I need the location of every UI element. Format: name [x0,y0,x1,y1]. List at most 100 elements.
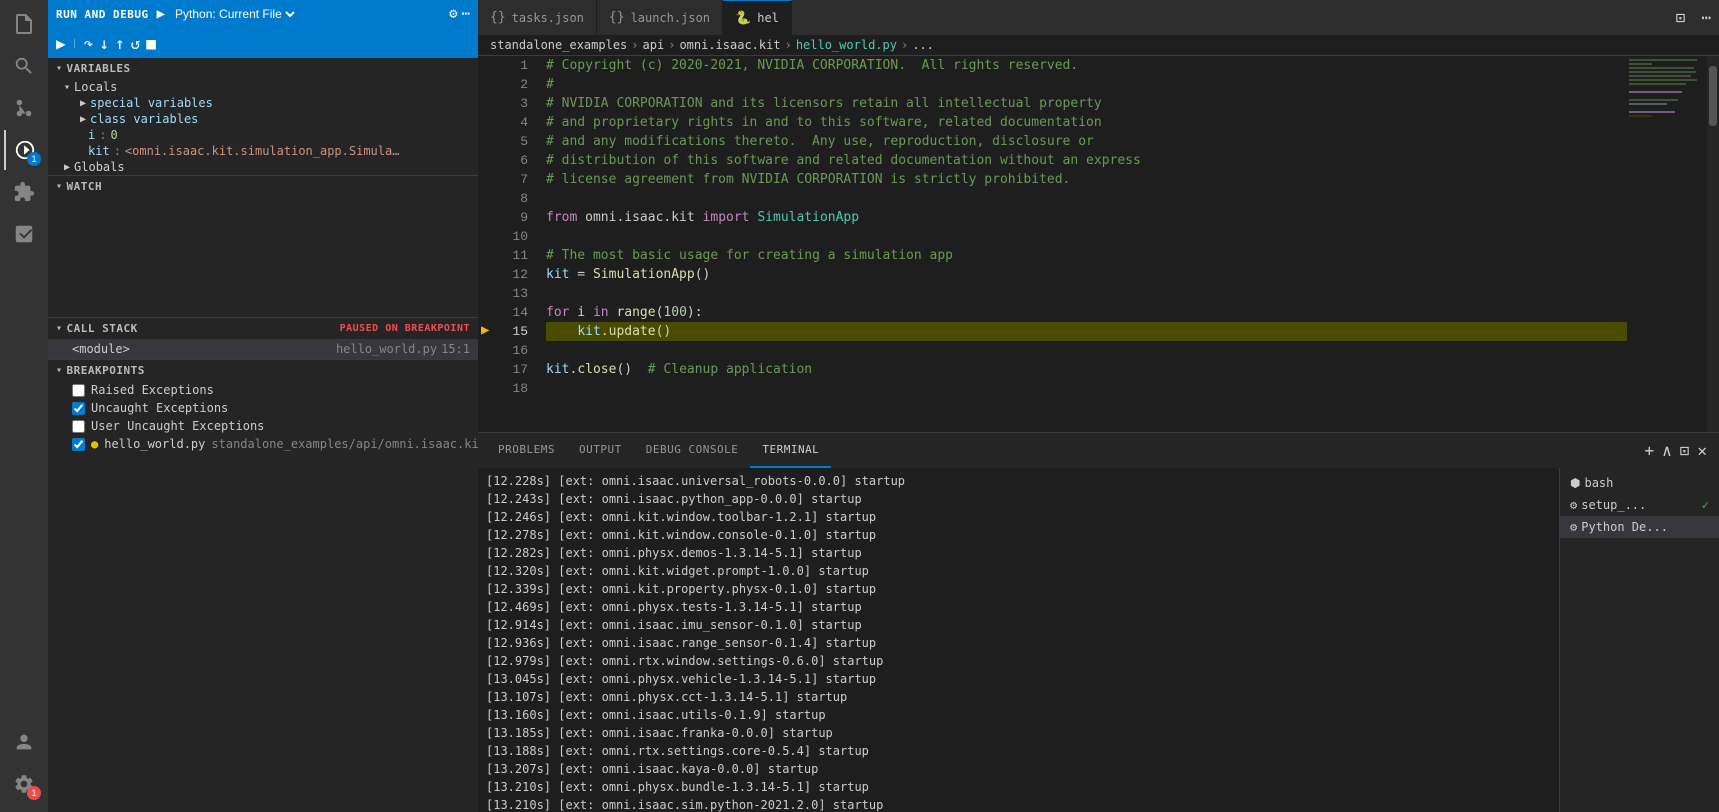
settings-icon[interactable]: 1 [4,764,44,804]
tab-launch-json[interactable]: {} launch.json [597,0,723,35]
ln-5: 5 [498,132,528,151]
breadcrumb-part-1[interactable]: standalone_examples [490,38,627,52]
bash-icon: ⬢ [1570,476,1580,490]
terminal-line-3: [12.278s] [ext: omni.kit.window.console-… [486,526,1551,544]
ln-13: 13 [498,284,528,303]
terminal-list: ⬢ bash ⚙ setup_... ✓ ⚙ Python De... [1559,468,1719,812]
bp-user-uncaught-checkbox[interactable] [72,420,85,433]
breadcrumb-part-5[interactable]: ... [912,38,934,52]
step-over-icon[interactable]: ↷ [84,34,94,53]
code-line-8 [546,189,1627,208]
paused-badge: PAUSED ON BREAKPOINT [340,323,470,334]
python-term-label: Python De... [1581,520,1668,534]
terminal-line-6: [12.339s] [ext: omni.kit.property.physx-… [486,580,1551,598]
class-var-name: class variables [90,112,198,126]
breadcrumb-part-4[interactable]: hello_world.py [796,38,897,52]
ln-10: 10 [498,227,528,246]
panel-new-terminal-icon[interactable]: + [1640,441,1658,460]
code-line-18 [546,379,1627,398]
ln-3: 3 [498,94,528,113]
stop-icon[interactable]: ■ [146,34,156,53]
bp-raised-label: Raised Exceptions [91,383,214,397]
bp-user-uncaught-label: User Uncaught Exceptions [91,419,264,433]
bash-label: bash [1584,476,1613,490]
setup-check-icon: ✓ [1702,498,1709,512]
terminal-python-item[interactable]: ⚙ Python De... [1560,516,1719,538]
var-i-separator: : [99,128,106,142]
editor-area: {} tasks.json {} launch.json 🐍 hel ⊡ ⋯ s… [478,0,1719,812]
callstack-frame-item[interactable]: <module> hello_world.py 15:1 [48,339,478,359]
terminal-line-5: [12.320s] [ext: omni.kit.widget.prompt-1… [486,562,1551,580]
panel-close-icon[interactable]: ✕ [1693,441,1711,460]
breadcrumb-part-3[interactable]: omni.isaac.kit [679,38,780,52]
bp-raised-checkbox[interactable] [72,384,85,397]
files-icon[interactable] [4,4,44,44]
setup-icon: ⚙ [1570,498,1577,512]
tab-terminal[interactable]: TERMINAL [750,433,831,468]
step-out-icon[interactable]: ↑ [115,34,125,53]
config-select[interactable]: Python: Current File [171,6,298,22]
globals-item[interactable]: ▶ Globals [48,159,478,175]
tab-problems[interactable]: PROBLEMS [486,433,567,468]
variables-header[interactable]: ▾ VARIABLES [48,58,478,79]
globals-label: Globals [74,160,125,174]
code-line-1: # Copyright (c) 2020-2021, NVIDIA CORPOR… [546,56,1627,75]
ln-11: 11 [498,246,528,265]
class-variables-item[interactable]: ▶ class variables [48,111,478,127]
code-line-14: for i in range(100): [546,303,1627,322]
python-icon: 🐍 [735,11,751,26]
ln-6: 6 [498,151,528,170]
tab-tasks-json[interactable]: {} tasks.json [478,0,597,35]
var-kit-name: kit [88,144,110,158]
watch-header[interactable]: ▾ WATCH [48,176,478,197]
ln-18: 18 [498,379,528,398]
variables-label: VARIABLES [67,62,131,75]
step-into-icon[interactable]: ↓ [99,34,109,53]
debug-run-icon[interactable]: 1 [4,130,44,170]
terminal-content[interactable]: [12.228s] [ext: omni.isaac.universal_rob… [478,468,1559,812]
tab-output[interactable]: OUTPUT [567,433,634,468]
callstack-section: ▾ CALL STACK PAUSED ON BREAKPOINT <modul… [48,317,478,359]
var-kit-item[interactable]: kit : <omni.isaac.kit.simulation_app.Sim… [48,143,478,159]
app-container: 1 1 RUN AND DEBUG [0,0,1719,812]
accounts-icon[interactable] [4,722,44,762]
code-line-15: kit.update() [546,322,1627,341]
more-options-icon[interactable]: ⋯ [462,6,470,22]
breadcrumb-part-2[interactable]: api [643,38,665,52]
play-icon[interactable]: ▶ [157,6,165,22]
restart-icon[interactable]: ↺ [131,34,141,53]
source-control-icon[interactable] [4,88,44,128]
right-scrollbar-area[interactable] [1707,56,1719,432]
tab-hello-world[interactable]: 🐍 hel [723,0,792,35]
terminal-line-16: [13.207s] [ext: omni.isaac.kaya-0.0.0] s… [486,760,1551,778]
testing-icon[interactable] [4,214,44,254]
editor-split-icon[interactable]: ⊡ [1668,0,1694,35]
callstack-header[interactable]: ▾ CALL STACK PAUSED ON BREAKPOINT [48,318,478,339]
terminal-line-9: [12.936s] [ext: omni.isaac.range_sensor-… [486,634,1551,652]
editor-more-icon[interactable]: ⋯ [1693,0,1719,35]
breadcrumb-sep-4: › [901,38,908,52]
extensions-icon[interactable] [4,172,44,212]
code-line-16 [546,341,1627,360]
breadcrumb-sep-3: › [785,38,792,52]
continue-icon[interactable]: ▶ [56,34,66,53]
ln-9: 9 [498,208,528,227]
code-line-4: # and proprietary rights in and to this … [546,113,1627,132]
var-i-item[interactable]: i : 0 [48,127,478,143]
main-layout: 1 1 RUN AND DEBUG [0,0,1719,812]
breadcrumb-sep-2: › [668,38,675,52]
gear-config-icon[interactable]: ⚙ [449,6,457,22]
bp-file-checkbox[interactable] [72,438,85,451]
bp-uncaught-checkbox[interactable] [72,402,85,415]
terminal-setup-item[interactable]: ⚙ setup_... ✓ [1560,494,1719,516]
panel-chevron-up-icon[interactable]: ∧ [1658,441,1676,460]
special-variables-item[interactable]: ▶ special variables [48,95,478,111]
terminal-line-12: [13.107s] [ext: omni.physx.cct-1.3.14-5.… [486,688,1551,706]
code-content[interactable]: # Copyright (c) 2020-2021, NVIDIA CORPOR… [538,56,1627,432]
breakpoints-header[interactable]: ▾ BREAKPOINTS [48,360,478,381]
panel-maximize-icon[interactable]: ⊡ [1676,441,1694,460]
locals-item[interactable]: ▾ Locals [48,79,478,95]
search-icon[interactable] [4,46,44,86]
terminal-bash-item[interactable]: ⬢ bash [1560,472,1719,494]
tab-debug-console[interactable]: DEBUG CONSOLE [634,433,751,468]
